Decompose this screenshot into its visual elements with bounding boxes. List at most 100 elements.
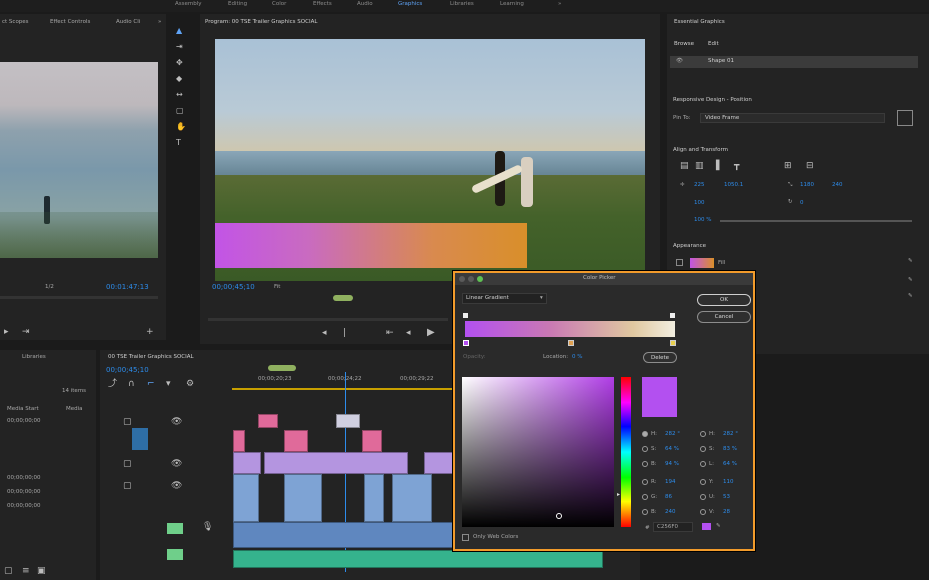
clip-graphic[interactable] [284,430,308,452]
gradient-shape-bar[interactable] [215,223,527,268]
source-scale[interactable]: 1/2 [45,284,54,291]
radio-u[interactable] [700,494,706,500]
essential-graphics-title[interactable]: Essential Graphics [674,19,725,26]
column-media-start[interactable]: Media Start [7,406,39,413]
play-icon[interactable]: ▶ [427,328,435,338]
y-position[interactable]: 1050.1 [724,182,743,189]
clip-graphic[interactable] [233,430,245,452]
add-button-icon[interactable]: + [146,328,154,337]
track-target-v[interactable] [132,428,148,450]
workspace-tab-audio[interactable]: Audio [357,1,373,7]
rotation-value[interactable]: 0 [800,200,804,207]
pen-tool-icon[interactable]: ▢ [176,106,184,115]
field-value[interactable]: 86 [665,494,672,501]
ok-button[interactable]: OK [697,294,751,306]
field-value[interactable]: 282 ° [665,431,680,438]
align-left-icon[interactable]: ▤ [680,162,689,171]
color-stop-right[interactable] [670,340,676,346]
opacity-stop-left[interactable] [463,313,468,318]
step-back-frame-icon[interactable]: ◂ [406,329,411,338]
track-lock-icon[interactable]: ▢ [123,482,132,491]
radio-g[interactable] [642,494,648,500]
color-stop-mid[interactable] [568,340,574,346]
workspace-tab-assembly[interactable]: Assembly [175,1,202,7]
minimize-window-icon[interactable] [468,276,474,282]
selection-tool-icon[interactable]: ▲ [176,26,182,35]
source-timecode[interactable]: 00:01:47:13 [106,284,149,291]
tab-scopes[interactable]: ct Scopes [2,19,29,26]
eyedropper-icon[interactable]: ✎ [908,258,913,265]
distribute-v-icon[interactable]: ⊟ [806,162,814,171]
radio-b[interactable] [642,461,648,467]
eyedropper-shadow-icon[interactable]: ✎ [908,293,913,300]
close-window-icon[interactable] [459,276,465,282]
timeline-title[interactable]: 00 TSE Trailer Graphics SOCIAL [108,354,194,361]
clip-audio[interactable] [233,550,603,568]
mic-icon[interactable]: 🎙 [202,523,213,532]
delete-button[interactable]: Delete [643,352,677,363]
tab-audio-clip[interactable]: Audio Cli [116,19,140,26]
align-right-icon[interactable]: ▌ [716,162,723,171]
fill-swatch[interactable] [690,258,714,268]
track-eye-icon[interactable]: 👁 [171,460,182,469]
radio-hsl-s[interactable] [700,446,706,452]
radio-blue[interactable] [642,509,648,515]
mark-out-icon[interactable]: | [343,329,346,338]
list-view-icon[interactable]: ≡ [22,567,30,576]
opacity-value[interactable]: 100 % [694,217,711,224]
mark-in-icon[interactable]: ◂ [322,329,327,338]
field-value[interactable]: 28 [723,509,730,516]
snap-icon[interactable]: ⤴ [108,380,117,389]
cancel-button[interactable]: Cancel [697,311,751,323]
program-fit-select[interactable]: Fit [274,284,280,291]
color-selector-ring[interactable] [556,513,562,519]
step-back-icon[interactable]: ▸ [4,328,9,337]
workspace-more[interactable]: » [558,1,561,7]
field-value[interactable]: 240 [665,509,676,516]
saturation-brightness-field[interactable] [462,377,614,527]
clip-video[interactable] [392,474,432,522]
program-timecode[interactable]: 00;00;45;10 [212,284,255,291]
clip-video-lower[interactable] [233,522,453,548]
audio-track-target[interactable] [167,523,183,534]
workspace-tab-effects[interactable]: Effects [313,1,332,7]
tab-browse[interactable]: Browse [674,41,694,48]
visibility-eye-icon[interactable]: 👁 [676,58,683,65]
workspace-tab-libraries[interactable]: Libraries [450,1,474,7]
radio-hsl-h[interactable] [700,431,706,437]
source-scrubber[interactable] [0,296,158,299]
linked-selection-icon[interactable]: ∩ [128,380,135,389]
export-frame-icon[interactable]: ⇥ [22,328,30,337]
fill-checkbox[interactable] [676,259,683,266]
eyedropper-stroke-icon[interactable]: ✎ [908,277,913,284]
track-lock-icon[interactable]: ▢ [123,418,132,427]
slip-tool-icon[interactable]: ↔ [176,90,183,99]
pin-anchor-widget[interactable] [897,110,913,126]
field-value[interactable]: 282 ° [723,431,738,438]
field-value[interactable]: 194 [665,479,676,486]
clip-title[interactable] [233,452,261,474]
hue-slider[interactable] [621,377,631,527]
field-value[interactable]: 53 [723,494,730,501]
project-row[interactable]: 00;00;00;00 [7,418,41,425]
add-marker-icon[interactable]: ⌐ [147,380,155,389]
radio-s[interactable] [642,446,648,452]
clip-graphic[interactable] [362,430,382,452]
field-value[interactable]: 83 % [723,446,737,453]
type-tool-icon[interactable]: T [176,138,181,147]
program-title[interactable]: Program: 00 TSE Trailer Graphics SOCIAL [205,19,317,26]
field-value[interactable]: 94 % [665,461,679,468]
panel-menu-icon[interactable]: » [158,19,161,26]
clip-graphic[interactable] [258,414,278,428]
tab-edit[interactable]: Edit [708,41,719,48]
field-value[interactable]: 64 % [723,461,737,468]
clip-title[interactable] [264,452,408,474]
marker-icon[interactable]: ▾ [166,380,171,389]
only-web-colors-checkbox[interactable] [462,534,469,541]
distribute-h-icon[interactable]: ⊞ [784,162,792,171]
workspace-tab-learning[interactable]: Learning [500,1,524,7]
audio-track-target[interactable] [167,549,183,560]
work-area-bar[interactable] [268,365,296,371]
workspace-tab-graphics[interactable]: Graphics [398,1,422,7]
workspace-tab-color[interactable]: Color [272,1,286,7]
